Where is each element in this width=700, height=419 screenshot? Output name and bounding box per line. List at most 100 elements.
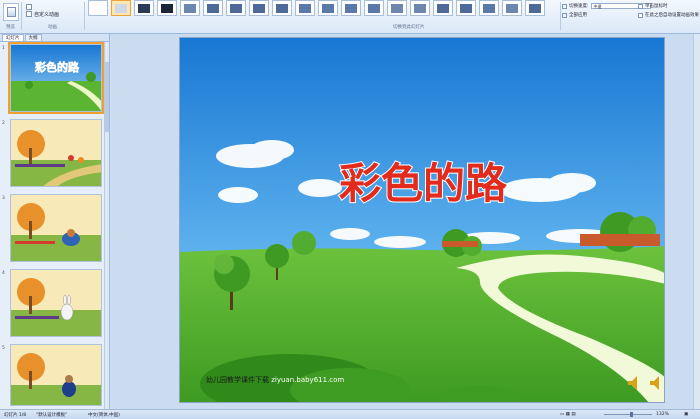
editor-scrollbar[interactable]	[693, 34, 700, 409]
auto-after-option[interactable]: 在此之后自动设置动画效果	[638, 12, 699, 18]
thumbnail-scrollbar[interactable]	[104, 42, 109, 409]
transition-wipe-right[interactable]	[364, 0, 384, 16]
custom-animation-icon	[26, 11, 32, 17]
transition-split-h-icon	[391, 4, 403, 13]
transition-split-h[interactable]	[387, 0, 407, 16]
transition-fade[interactable]	[111, 0, 131, 16]
transition-dark2-icon	[161, 4, 173, 13]
apply-all-label: 全部应用	[569, 13, 587, 18]
title-slide-thumbnail-image: 彩色的路	[11, 45, 101, 111]
speed-icon	[562, 3, 567, 9]
slide-thumbnail[interactable]	[10, 194, 102, 262]
transition-wipe-left[interactable]	[341, 0, 361, 16]
transition-speed-label: 切换速度:	[569, 4, 589, 9]
zoom-slider[interactable]	[604, 412, 652, 417]
apply-all-icon	[562, 12, 567, 18]
view-buttons[interactable]: ▭ ▦ ▤	[560, 412, 576, 417]
transition-push-right-icon	[253, 4, 265, 13]
slide-editor: 彩色的路 幼儿园教学课件下载 ziyuan.baby611.com	[111, 34, 700, 409]
on-click-option[interactable]: 单击鼠标时	[638, 3, 668, 9]
autumn-road-thumbnail-image	[11, 120, 101, 186]
zoom-level[interactable]: 132%	[656, 412, 669, 417]
slide-number: 4	[2, 271, 5, 276]
slide-number: 3	[2, 196, 5, 201]
slide-thumb-row[interactable]: 4	[0, 269, 106, 339]
current-slide[interactable]: 彩色的路 幼儿园教学课件下载 ziyuan.baby611.com	[179, 37, 665, 403]
transition-none-icon	[92, 4, 104, 13]
slides-panel: 幻灯片 大纲 1 彩色的路 2 3 4 5	[0, 34, 110, 409]
autumn-bear-thumbnail-image	[11, 345, 101, 405]
transition-dark-icon	[138, 4, 150, 13]
transition-zoom[interactable]	[525, 0, 545, 16]
on-click-checkbox[interactable]	[638, 3, 643, 9]
animation-group-label: 动画	[48, 25, 57, 30]
transition-dark2[interactable]	[157, 0, 177, 16]
transition-box-out-icon	[460, 4, 472, 13]
slide-number: 5	[2, 346, 5, 351]
slide-count: 幻灯片 1/8	[4, 413, 27, 418]
auto-after-checkbox[interactable]	[638, 12, 643, 18]
transition-wipe-up[interactable]	[295, 0, 315, 16]
transition-dissolve[interactable]	[180, 0, 200, 16]
footer-text: 幼儿园教学课件下载	[206, 375, 271, 384]
custom-animation-button[interactable]: 自定义动画	[26, 10, 59, 18]
transition-corner-icon	[483, 4, 495, 13]
slide-thumb-row[interactable]: 5	[0, 344, 106, 414]
transition-push-down-icon	[207, 4, 219, 13]
fit-window-icon[interactable]: ▣	[684, 412, 688, 417]
transition-strips[interactable]	[502, 0, 522, 16]
transition-wipe-down[interactable]	[318, 0, 338, 16]
slide-thumb-row[interactable]: 3	[0, 194, 106, 264]
transition-push-right[interactable]	[249, 0, 269, 16]
transition-zoom-icon	[529, 4, 541, 13]
slide-thumbnail[interactable]	[10, 119, 102, 187]
transition-wipe-left-icon	[345, 4, 357, 13]
transition-gallery	[88, 0, 558, 22]
transition-none[interactable]	[88, 0, 108, 16]
preview-group-label: 预览	[6, 25, 15, 30]
slide-footer: 幼儿园教学课件下载 ziyuan.baby611.com	[206, 375, 344, 384]
transition-strips-icon	[506, 4, 518, 13]
apply-all-button[interactable]: 全部应用	[562, 12, 587, 18]
transition-split-v[interactable]	[410, 0, 430, 16]
slide-thumb-row[interactable]: 1 彩色的路	[0, 42, 106, 114]
transition-group-label: 切换到此幻灯片	[393, 25, 425, 30]
preview-button[interactable]	[3, 3, 19, 21]
status-bar: 幻灯片 1/8 "默认设计模板" 中文(简体,中国) ▭ ▦ ▤ 132% ▣	[0, 409, 700, 419]
transition-box-in[interactable]	[433, 0, 453, 16]
transition-box-out[interactable]	[456, 0, 476, 16]
transition-dark[interactable]	[134, 0, 154, 16]
autumn-hedgehog-thumbnail-image	[11, 195, 101, 261]
transition-fade-icon	[115, 4, 127, 13]
slide-thumbnail[interactable]	[10, 344, 102, 406]
slide-canvas: 彩色的路 幼儿园教学课件下载 ziyuan.baby611.com	[180, 38, 664, 402]
transition-push-down[interactable]	[203, 0, 223, 16]
slide-thumbnail[interactable]	[10, 269, 102, 337]
footer-url: ziyuan.baby611.com	[271, 376, 344, 384]
tab-slides[interactable]: 幻灯片	[2, 34, 24, 41]
transition-push-left-icon	[230, 4, 242, 13]
slide-thumb-row[interactable]: 2	[0, 119, 106, 189]
language-indicator: 中文(简体,中国)	[88, 413, 120, 418]
theme-name: "默认设计模板"	[36, 413, 68, 418]
slide-thumbnail[interactable]: 彩色的路	[8, 42, 104, 114]
ribbon: 自定义动画 预览 动画 切换到此幻灯片 切换速度: 中速 全部应用 单击鼠标时 …	[0, 0, 700, 34]
thumb-title: 彩色的路	[34, 60, 80, 74]
on-click-label: 单击鼠标时	[645, 4, 668, 9]
preview-icon	[7, 7, 16, 17]
slide-number: 2	[2, 121, 5, 126]
transition-push-up-icon	[276, 4, 288, 13]
transition-wipe-right-icon	[368, 4, 380, 13]
panel-tabs: 幻灯片 大纲	[0, 34, 109, 42]
transition-wipe-down-icon	[322, 4, 334, 13]
transition-dissolve-icon	[184, 4, 196, 13]
autumn-rabbit-thumbnail-image	[11, 270, 101, 336]
transition-split-v-icon	[414, 4, 426, 13]
tab-outline[interactable]: 大纲	[24, 34, 42, 41]
transition-box-in-icon	[437, 4, 449, 13]
slide-title[interactable]: 彩色的路	[338, 158, 509, 209]
transition-push-left[interactable]	[226, 0, 246, 16]
transition-corner[interactable]	[479, 0, 499, 16]
transition-push-up[interactable]	[272, 0, 292, 16]
custom-animation-label: 自定义动画	[34, 11, 60, 18]
